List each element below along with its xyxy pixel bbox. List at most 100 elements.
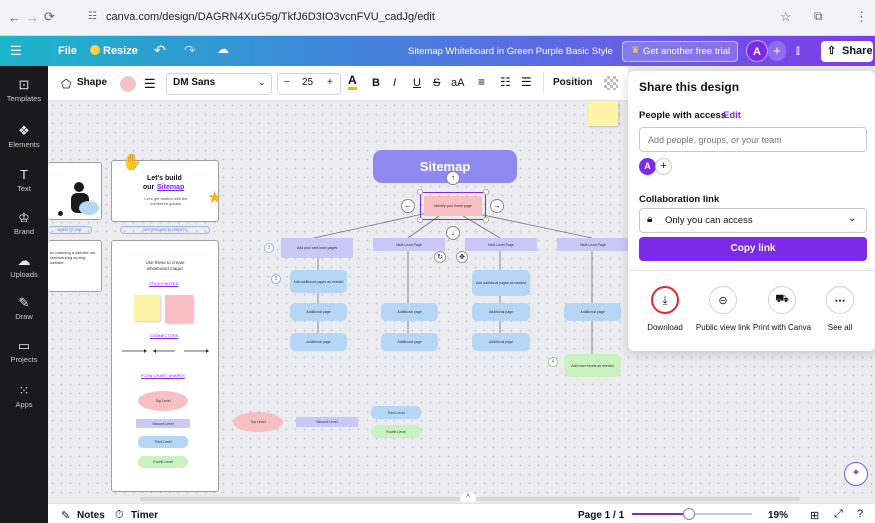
underline-button[interactable]: U xyxy=(413,77,421,89)
add-levels-box[interactable]: Add more levels as needed xyxy=(564,354,621,377)
add-collaborator-icon[interactable]: + xyxy=(655,158,672,175)
download-button[interactable]: ⤓ xyxy=(651,286,679,314)
level2-box[interactable]: Next Level Page xyxy=(465,238,537,251)
bookmark-star-icon[interactable]: ☆ xyxy=(780,9,792,25)
notes-icon[interactable]: ✎ xyxy=(61,509,70,522)
chevron-up-icon[interactable]: ˄ xyxy=(460,492,476,502)
timer-button[interactable]: Timer xyxy=(131,510,158,521)
public-view-link-button[interactable]: ⊝ xyxy=(709,286,737,314)
edit-access-link[interactable]: Edit xyxy=(723,110,741,121)
resize-handle[interactable] xyxy=(483,217,489,223)
resize-button[interactable]: Resize xyxy=(103,45,138,57)
user-avatar[interactable]: A xyxy=(746,40,768,62)
additional-page-box[interactable]: Additional page xyxy=(381,333,438,351)
print-with-canva-button[interactable]: ⛟ xyxy=(768,286,796,314)
cloud-saved-icon[interactable]: ☁ xyxy=(217,42,229,56)
add-collaborator-icon[interactable]: + xyxy=(768,41,786,61)
border-style-icon[interactable]: ☰ xyxy=(144,77,156,90)
additional-page-box[interactable]: Additional page xyxy=(564,303,621,321)
letter-case-button[interactable]: aA xyxy=(451,77,464,89)
legend-third-level[interactable]: Third Level xyxy=(371,406,421,419)
whiteboard-elements-card[interactable] xyxy=(111,240,219,492)
sidebar-item-draw[interactable]: ✎ Draw xyxy=(0,296,48,322)
forward-icon[interactable]: → xyxy=(26,10,39,25)
shape-icon[interactable]: ⬠ xyxy=(61,77,71,91)
move-icon[interactable]: ✥ xyxy=(456,251,468,263)
grid-view-icon[interactable]: ⊞ xyxy=(810,509,819,522)
sidebar-item-brand[interactable]: ♔ Brand xyxy=(0,211,48,237)
collaborator-avatar[interactable]: A xyxy=(639,158,656,175)
design-title[interactable]: Sitemap Whiteboard in Green Purple Basic… xyxy=(408,46,613,57)
sidebar-item-uploads[interactable]: ☁ Uploads xyxy=(0,254,48,280)
fullscreen-icon[interactable]: ⤢ xyxy=(834,508,843,521)
url-text[interactable]: canva.com/design/DAGRN4XuG5g/TkfJ6D3IO3v… xyxy=(106,11,435,23)
list-icon[interactable]: ☷ xyxy=(500,75,511,89)
font-size-increase[interactable]: + xyxy=(327,77,333,88)
insights-chart-icon[interactable]: ⫾ xyxy=(796,43,800,58)
shape-button[interactable]: Shape xyxy=(77,77,107,88)
align-center-icon[interactable]: ≡ xyxy=(478,75,485,89)
add-below-arrow-icon[interactable]: ↓ xyxy=(446,226,460,240)
people-search-input[interactable] xyxy=(639,127,867,152)
magic-assistant-icon[interactable]: ✦ xyxy=(844,462,868,486)
additional-page-box[interactable]: Additional page xyxy=(290,303,347,321)
add-pages-box[interactable]: Add additional pages as needed xyxy=(472,270,530,296)
resize-handle[interactable] xyxy=(417,217,423,223)
additional-page-box[interactable]: Additional page xyxy=(290,333,347,351)
page-indicator[interactable]: Page 1 / 1 xyxy=(578,510,624,521)
line-spacing-icon[interactable]: ☰ xyxy=(521,75,532,89)
sitemap-title[interactable]: Sitemap xyxy=(373,150,517,183)
level2-box[interactable]: Next Level Page xyxy=(373,238,445,251)
selection-frame[interactable] xyxy=(420,192,486,220)
back-icon[interactable]: ← xyxy=(8,10,21,25)
additional-page-box[interactable]: Additional page xyxy=(472,303,530,321)
notes-button[interactable]: Notes xyxy=(77,510,105,521)
sticky-note-yellow[interactable] xyxy=(588,101,618,126)
rotate-icon[interactable]: ↻ xyxy=(434,251,446,263)
legend-second-level[interactable]: Second Level xyxy=(296,417,358,427)
resize-handle[interactable] xyxy=(417,189,423,195)
legend-top-level[interactable]: Top Level xyxy=(233,412,283,432)
add-pages-box[interactable]: Add additional pages as needed xyxy=(290,270,347,293)
see-all-button[interactable]: ⋯ xyxy=(826,286,854,314)
site-info-icon[interactable]: ☷ xyxy=(88,11,97,22)
sidebar-item-projects[interactable]: ▭ Projects xyxy=(0,339,48,365)
file-menu[interactable]: File xyxy=(58,45,77,57)
add-right-arrow-icon[interactable]: → xyxy=(490,199,504,213)
additional-page-box[interactable]: Additional page xyxy=(381,303,438,321)
copy-link-button[interactable]: Copy link xyxy=(639,237,867,261)
browser-menu-icon[interactable]: ⋮ xyxy=(855,9,868,25)
font-size-value[interactable]: 25 xyxy=(302,77,313,88)
sidebar-item-text[interactable]: T Text xyxy=(0,168,48,194)
strikethrough-button[interactable]: S xyxy=(433,77,440,89)
resize-handle[interactable] xyxy=(483,189,489,195)
help-icon[interactable]: ? xyxy=(857,508,863,520)
transparency-icon[interactable] xyxy=(604,76,618,90)
level2-box[interactable]: Add your next level pages xyxy=(281,238,353,258)
sidebar-item-apps[interactable]: ⁙ Apps xyxy=(0,384,48,410)
sidebar-item-elements[interactable]: ❖ Elements xyxy=(0,124,48,150)
position-button[interactable]: Position xyxy=(553,77,592,88)
timer-icon[interactable]: ⏱ xyxy=(115,509,124,522)
hamburger-icon[interactable]: ☰ xyxy=(10,43,22,59)
share-button[interactable]: ⇧ Share xyxy=(821,41,873,62)
redo-icon[interactable]: ↷ xyxy=(184,42,196,59)
undo-icon[interactable]: ↶ xyxy=(154,42,166,59)
legend-fourth-level[interactable]: Fourth Level xyxy=(371,425,421,438)
zoom-slider-thumb[interactable] xyxy=(683,508,695,520)
extensions-icon[interactable]: ⧉ xyxy=(814,9,823,24)
level2-box[interactable]: Next Level Page xyxy=(557,238,629,251)
when-to-use-card[interactable] xyxy=(48,240,102,292)
additional-page-box[interactable]: Additional page xyxy=(472,333,530,351)
add-left-arrow-icon[interactable]: ← xyxy=(401,199,415,213)
sidebar-item-templates[interactable]: ⊡ Templates xyxy=(0,78,48,104)
bold-button[interactable]: B xyxy=(372,77,380,89)
text-color-button[interactable]: A xyxy=(348,74,357,90)
access-level-select[interactable]: 🔒︎ Only you can access ⌄ xyxy=(639,208,867,233)
italic-button[interactable]: I xyxy=(393,77,396,89)
fill-color-swatch[interactable] xyxy=(120,76,136,92)
add-above-arrow-icon[interactable]: ↑ xyxy=(446,171,460,185)
font-size-decrease[interactable]: − xyxy=(284,77,290,88)
zoom-level[interactable]: 19% xyxy=(768,510,788,521)
reload-icon[interactable]: ⟳ xyxy=(44,9,55,25)
